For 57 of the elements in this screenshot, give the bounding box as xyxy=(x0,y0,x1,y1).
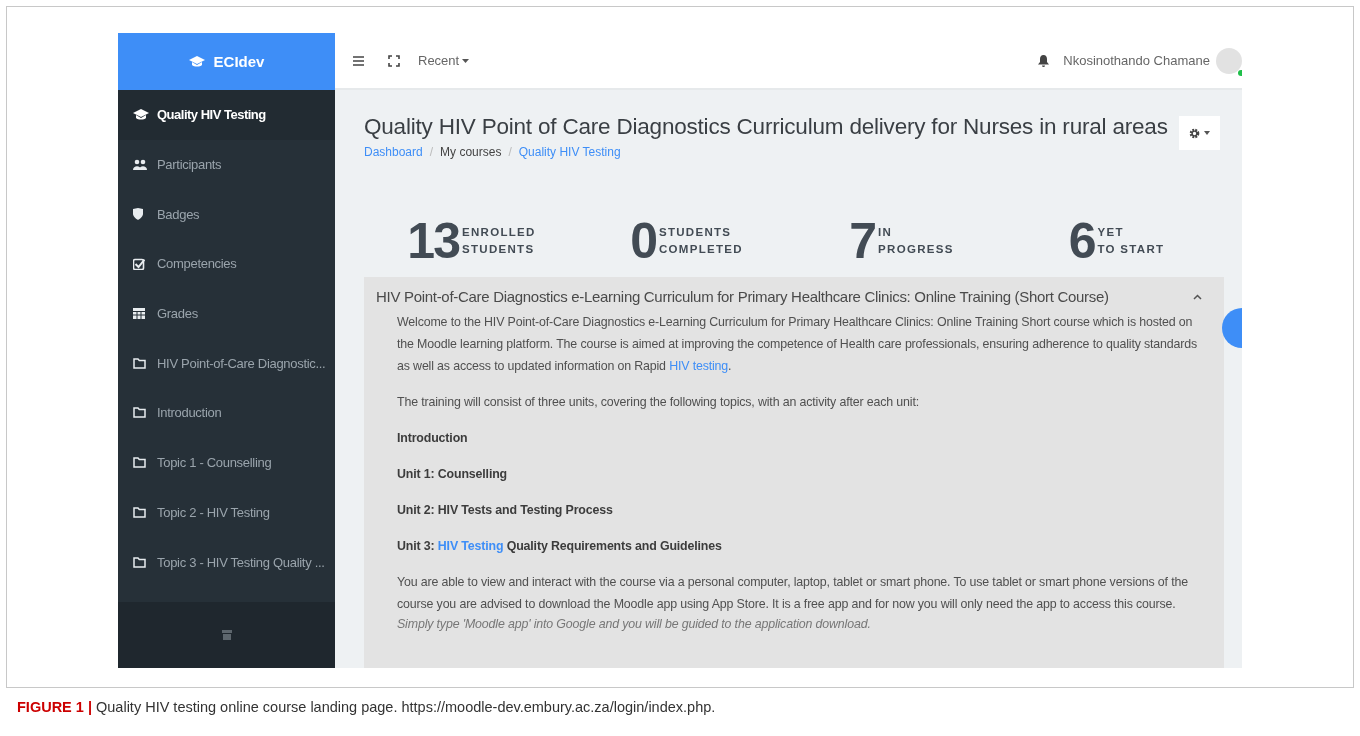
note-text: Simply type 'Moodle app' into Google and you will be guided to the application download. xyxy=(397,616,872,633)
stat-label: IN PROGRESS xyxy=(878,225,954,257)
folder-icon xyxy=(133,457,146,469)
sidebar-item[interactable]: Topic 1 - Counselling xyxy=(118,437,335,488)
breadcrumb-separator: / xyxy=(429,145,434,159)
paragraph: Welcome to the HIV Point-of-Care Diagnostics e-Learning Curriculum for Primary Healthcare Clinics: Online Training Short course which is hosted on the Moodle learning platform. The course is aimed at improving the competence of Health care professionals, ensuring adherence to quality standards as well as access to updated information on Rapid HIV testing. xyxy=(397,314,1199,375)
checkbox-icon xyxy=(133,257,145,270)
users-icon xyxy=(133,158,147,171)
fullscreen-icon[interactable] xyxy=(388,54,400,67)
stat-number: 0 xyxy=(630,216,656,266)
box-icon[interactable] xyxy=(221,630,232,640)
stat-number: 13 xyxy=(407,216,459,266)
sidebar-item[interactable]: Topic 3 - HIV Testing Quality ... xyxy=(118,537,335,587)
user-name[interactable]: Nkosinothando Chamane xyxy=(1063,53,1210,68)
caret-icon xyxy=(462,58,470,63)
breadcrumb-link[interactable]: Dashboard xyxy=(364,145,423,159)
sidebar-item[interactable]: Topic 2 - HIV Testing xyxy=(118,487,335,538)
mortarboard-icon xyxy=(188,55,205,68)
figure-caption: FIGURE 1 | Quality HIV testing online course landing page. https://moodle-dev.embury.ac.za/login/index.php. xyxy=(16,698,717,715)
stat-number: 7 xyxy=(849,216,876,266)
sidebar-item[interactable]: Badges xyxy=(118,189,335,240)
folder-icon xyxy=(133,506,146,518)
chevron-up-icon[interactable] xyxy=(1193,293,1202,300)
stat-number: 6 xyxy=(1068,216,1095,266)
unit-heading: Introduction xyxy=(397,430,469,447)
bell-icon[interactable] xyxy=(1038,54,1050,67)
settings-button[interactable] xyxy=(1179,116,1220,150)
stat-label: ENROLLED STUDENTS xyxy=(462,225,536,257)
breadcrumb-item: My courses xyxy=(440,145,502,159)
unit-heading: Unit 1: Counselling xyxy=(397,466,509,483)
mortarboard-icon xyxy=(133,108,149,121)
sidebar-item[interactable]: Grades xyxy=(118,288,335,339)
menu-icon[interactable] xyxy=(353,55,364,66)
shield-icon xyxy=(133,208,143,221)
page-title: Quality HIV Point of Care Diagnostics Curriculum delivery for Nurses in rural areas xyxy=(364,114,1169,140)
sidebar-item[interactable]: Participants xyxy=(118,139,335,190)
brand-name[interactable]: ECIdev xyxy=(213,53,265,70)
table-icon xyxy=(133,308,145,320)
unit-heading: Unit 2: HIV Tests and Testing Process xyxy=(397,502,614,519)
stat-label: STUDENTS COMPLETED xyxy=(658,225,743,257)
sidebar-item[interactable]: Competencies xyxy=(118,239,335,289)
section-title[interactable]: HIV Point-of-Care Diagnostics e-Learning Curriculum for Primary Healthcare Clinics: Online Training (Short Course) xyxy=(376,288,1109,305)
sidebar-item[interactable]: Quality HIV Testing xyxy=(118,90,335,140)
gear-icon xyxy=(1189,127,1200,139)
recent-menu[interactable]: Recent xyxy=(418,53,470,68)
folder-icon xyxy=(133,357,146,369)
folder-icon xyxy=(133,407,146,419)
folder-icon xyxy=(133,556,146,568)
sidebar-item[interactable]: Introduction xyxy=(118,388,335,438)
breadcrumb-separator: / xyxy=(508,145,512,159)
paragraph: You are able to view and interact with the course via a personal computer, laptop, tablet or smart phone. To use tablet or smart phone versions of the course you are advised to download the Moodle app using App Store. It is a free app and for now you will only need the app to access this course. xyxy=(397,574,1189,613)
unit-heading: Unit 3: HIV Testing Quality Requirements and Guidelines xyxy=(397,538,723,555)
breadcrumb-link[interactable]: Quality HIV Testing xyxy=(518,145,621,159)
paragraph: The training will consist of three units, covering the following topics, with an activity after each unit: xyxy=(397,394,920,411)
sidebar-item[interactable]: HIV Point-of-Care Diagnostic... xyxy=(118,338,335,389)
caret-icon xyxy=(1204,131,1210,135)
stat-label: YET TO START xyxy=(1097,225,1165,257)
